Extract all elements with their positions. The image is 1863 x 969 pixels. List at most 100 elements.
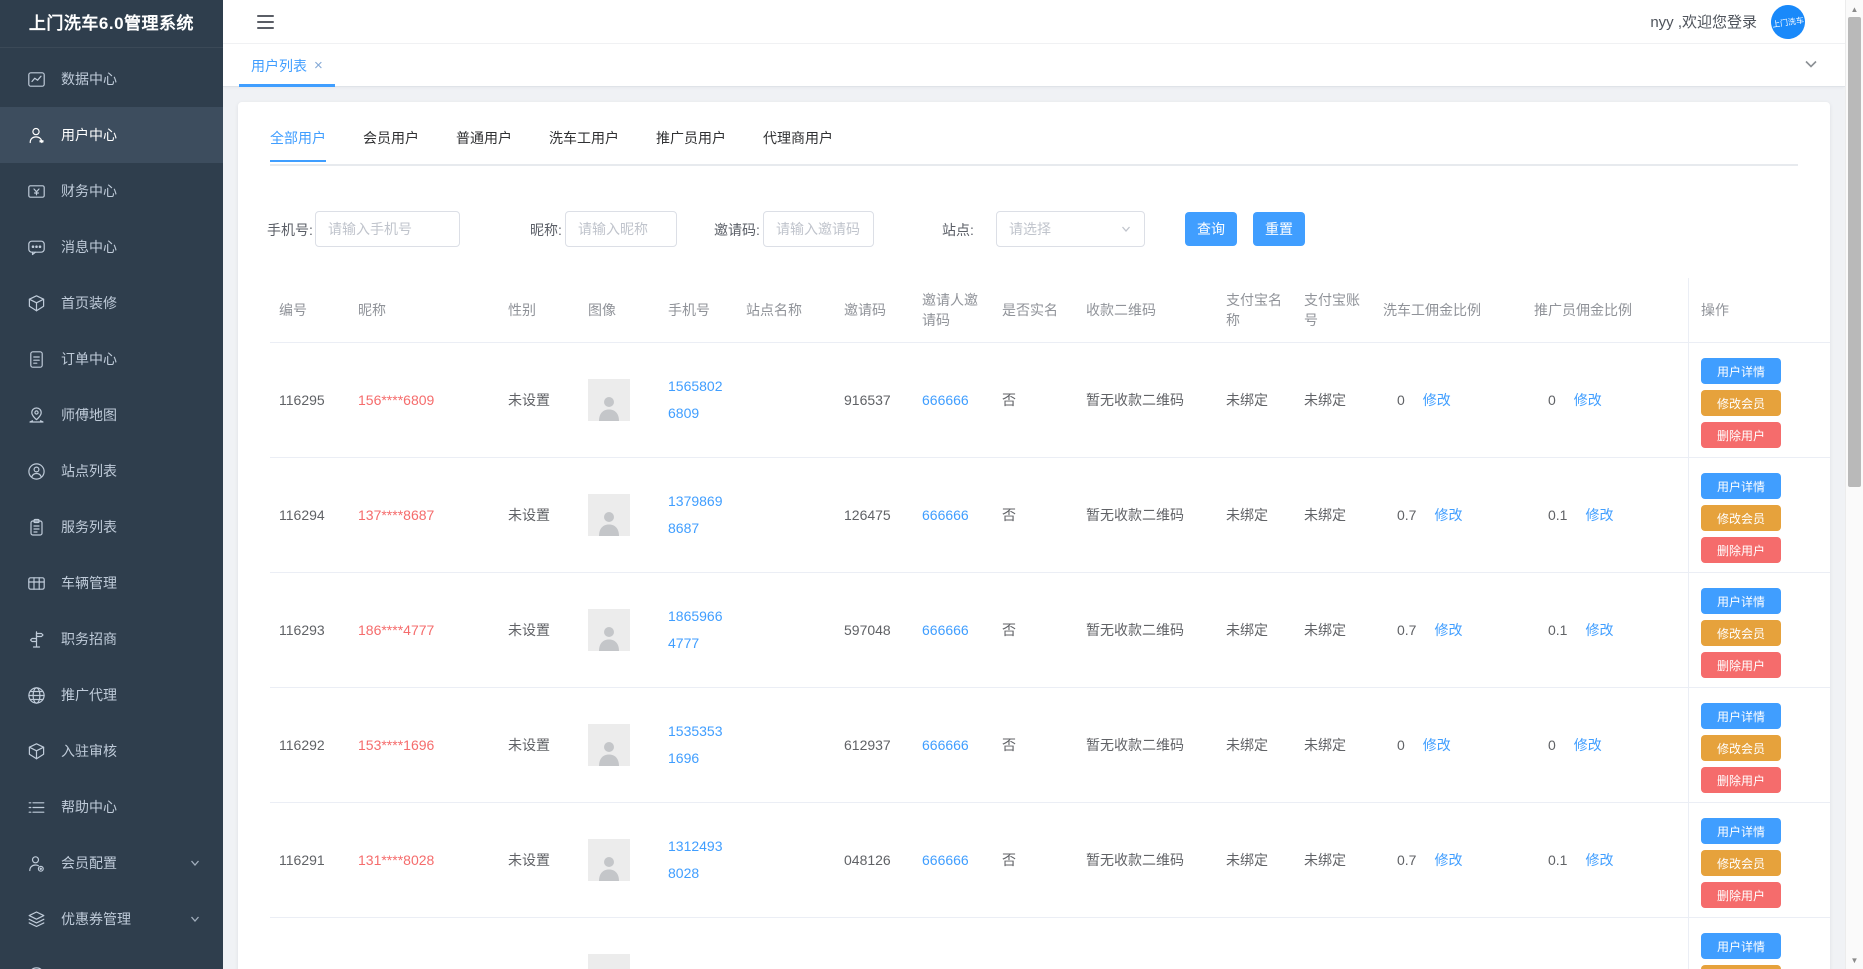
phone-link[interactable]: 13124938028 [668,833,746,887]
scrollbar-thumb[interactable] [1848,17,1861,487]
sidebar-item-vehicle-mgmt[interactable]: 车辆管理 [0,555,223,611]
vertical-scrollbar[interactable]: ▲ ▼ [1845,0,1863,969]
user-detail-button[interactable]: 用户详情 [1701,818,1781,844]
cell-gender: 未设置 [508,735,588,755]
chevron-down-icon[interactable] [1803,56,1819,72]
delete-user-button[interactable]: 删除用户 [1701,422,1781,448]
user-detail-button[interactable]: 用户详情 [1701,933,1781,959]
modify-link[interactable]: 修改 [1574,735,1602,755]
modify-link[interactable]: 修改 [1423,735,1451,755]
cell-alipay-account: 未绑定 [1304,390,1383,410]
sidebar-item-coupon-mgmt[interactable]: 优惠券管理 [0,891,223,947]
inviter-code-link[interactable]: 666666 [922,392,1002,408]
sidebar-item-site-list[interactable]: 站点列表 [0,443,223,499]
table-row: 1860204 [270,918,1688,969]
inviter-code-link[interactable]: 666666 [922,622,1002,638]
search-button[interactable]: 查询 [1185,212,1237,246]
cell-id: 116293 [270,622,358,638]
app-title: 上门洗车6.0管理系统 [0,0,223,48]
modify-link[interactable]: 修改 [1423,390,1451,410]
modify-link[interactable]: 修改 [1434,505,1462,525]
sidebar-item-member-config[interactable]: 会员配置 [0,835,223,891]
modify-link[interactable]: 修改 [1585,505,1613,525]
cell-invite-code: 597048 [844,622,922,638]
sidebar-item-user-center[interactable]: 用户中心 [0,107,223,163]
phone-link[interactable]: 18659664777 [668,603,746,657]
column-header-10: 支付宝名称 [1226,290,1304,330]
sidebar-item-job-invest[interactable]: 职务招商 [0,611,223,667]
avatar[interactable]: 上门洗车 [1769,2,1807,40]
sidebar-item-master-map[interactable]: 师傅地图 [0,387,223,443]
nickname-filter-label: 昵称: [530,220,562,240]
sidebar-item-home-decor[interactable]: 首页装修 [0,275,223,331]
cell-qr-code: 暂无收款二维码 [1086,620,1226,640]
navbar-right: nyy ,欢迎您登录 上门洗车 [1650,5,1845,39]
sidebar-item-entry-review[interactable]: 入驻审核 [0,723,223,779]
nickname-input[interactable] [565,211,677,247]
column-header-5: 站点名称 [746,300,844,320]
inviter-code-link[interactable]: 666666 [922,737,1002,753]
modify-member-button[interactable]: 修改会员 [1701,620,1781,646]
hamburger-icon[interactable] [253,11,278,33]
user-tab-3[interactable]: 洗车工用户 [549,128,619,162]
modify-member-button[interactable]: 修改会员 [1701,505,1781,531]
action-cell: 用户详情修改会员删除用户 [1689,343,1830,458]
user-tab-2[interactable]: 普通用户 [456,128,512,162]
action-cell: 用户详情修改会员删除用户 [1689,458,1830,573]
column-header-11: 支付宝账号 [1304,290,1383,330]
tab-user-list[interactable]: 用户列表 × [239,44,335,87]
modify-link[interactable]: 修改 [1434,850,1462,870]
cell-promo-ratio: 0.1修改 [1534,620,1688,640]
delete-user-button[interactable]: 删除用户 [1701,882,1781,908]
sidebar-item-order-center[interactable]: 订单中心 [0,331,223,387]
delete-user-button[interactable]: 删除用户 [1701,767,1781,793]
sidebar-item-help-center[interactable]: 帮助中心 [0,779,223,835]
close-icon[interactable]: × [314,58,323,73]
user-detail-button[interactable]: 用户详情 [1701,473,1781,499]
sidebar-item-service-list[interactable]: 服务列表 [0,499,223,555]
user-tab-0[interactable]: 全部用户 [270,128,326,162]
phone-link[interactable]: 13798698687 [668,488,746,542]
phone-link[interactable]: 15658026809 [668,373,746,427]
message-icon [27,238,46,257]
user-tab-4[interactable]: 推广员用户 [656,128,726,162]
modify-link[interactable]: 修改 [1585,850,1613,870]
modify-member-button[interactable]: 修改会员 [1701,965,1781,969]
delete-user-button[interactable]: 删除用户 [1701,652,1781,678]
sidebar-item-promo-agent[interactable]: 推广代理 [0,667,223,723]
phone-link[interactable]: 15353531696 [668,718,746,772]
sidebar-item-finance-center[interactable]: 财务中心 [0,163,223,219]
user-tab-1[interactable]: 会员用户 [363,128,419,162]
column-header-0: 编号 [270,300,358,320]
modify-member-button[interactable]: 修改会员 [1701,390,1781,416]
promo-ratio-value: 0 [1548,737,1556,753]
cell-id: 116294 [270,507,358,523]
table-row: 116294137****8687未设置13798698687126475666… [270,458,1688,573]
user-tab-5[interactable]: 代理商用户 [763,128,833,162]
delete-user-button[interactable]: 删除用户 [1701,537,1781,563]
user-detail-button[interactable]: 用户详情 [1701,588,1781,614]
modify-link[interactable]: 修改 [1434,620,1462,640]
modify-link[interactable]: 修改 [1585,620,1613,640]
cell-alipay-name: 未绑定 [1226,505,1304,525]
phone-link[interactable]: 1860204 [668,962,746,969]
phone-input[interactable] [315,211,460,247]
reset-button[interactable]: 重置 [1253,212,1305,246]
cell-promo-ratio: 0 修改 [1534,735,1688,755]
modify-member-button[interactable]: 修改会员 [1701,735,1781,761]
modify-member-button[interactable]: 修改会员 [1701,850,1781,876]
modify-link[interactable]: 修改 [1574,390,1602,410]
sidebar-item-data-center[interactable]: 数据中心 [0,51,223,107]
sidebar-item-partial-item[interactable] [0,947,223,969]
scroll-up-icon[interactable]: ▲ [1846,1,1863,17]
user-detail-button[interactable]: 用户详情 [1701,703,1781,729]
site-select[interactable]: 请选择 [996,211,1145,247]
inviter-code-link[interactable]: 666666 [922,507,1002,523]
user-detail-button[interactable]: 用户详情 [1701,358,1781,384]
scroll-down-icon[interactable]: ▼ [1846,952,1863,968]
cell-id: 116291 [270,852,358,868]
inviter-code-link[interactable]: 666666 [922,852,1002,868]
action-cell: 用户详情修改会员删除用户 [1689,573,1830,688]
invite-code-input[interactable] [763,211,874,247]
sidebar-item-message-center[interactable]: 消息中心 [0,219,223,275]
